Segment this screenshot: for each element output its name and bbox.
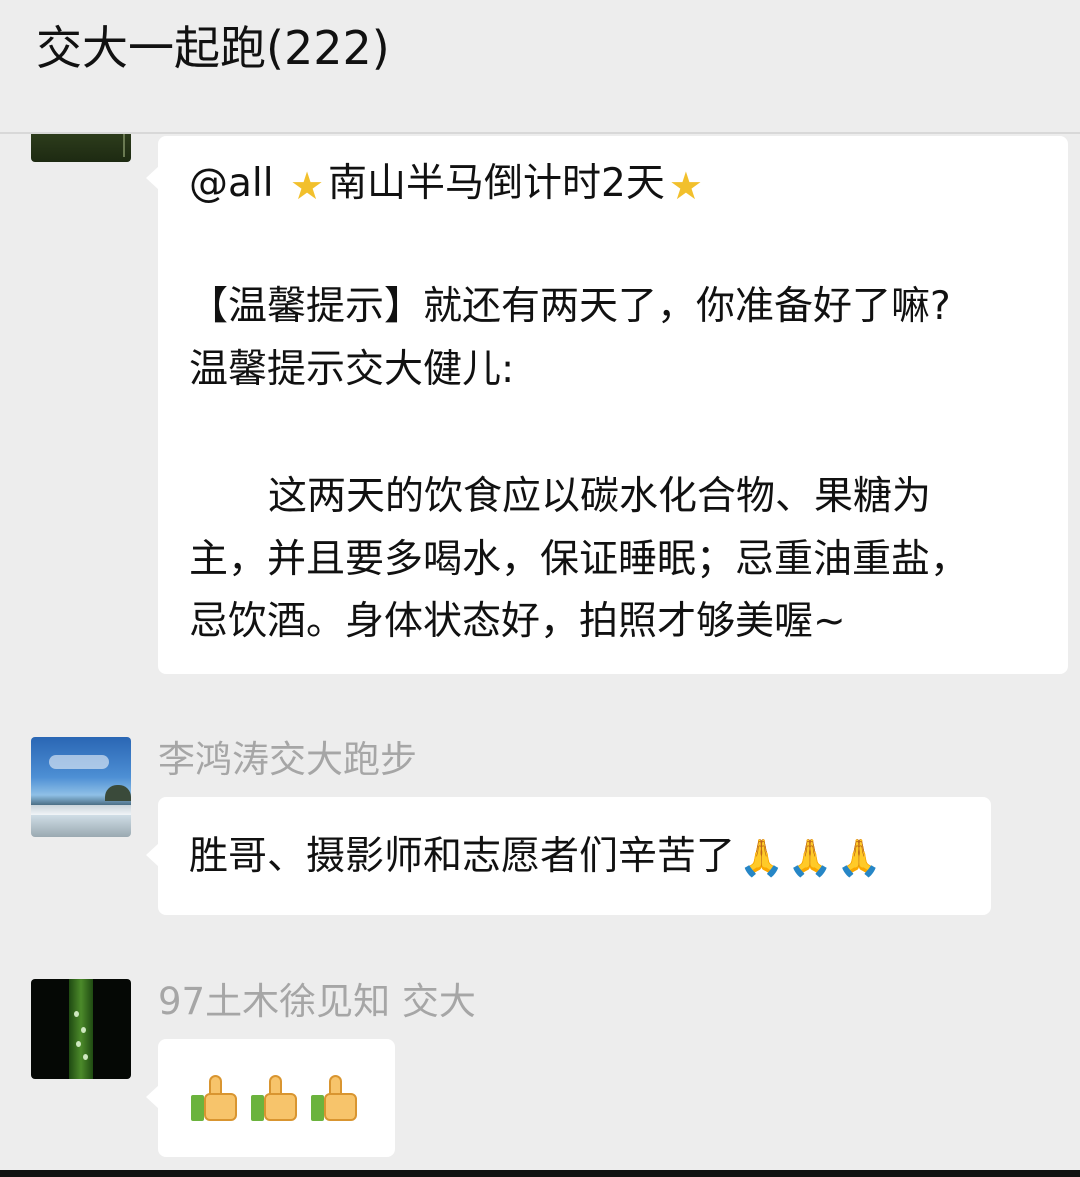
message-line: 胜哥、摄影师和志愿者们辛苦了 🙏 🙏 🙏 (189, 831, 882, 885)
thumbs-up-icon (311, 1073, 363, 1123)
message-line: 这两天的饮食应以碳水化合物、果糖为 (268, 474, 932, 519)
message-text: 南山半马倒计时2天 (328, 161, 665, 206)
message-bubble[interactable]: 胜哥、摄影师和志愿者们辛苦了 🙏 🙏 🙏 (146, 797, 991, 915)
message-line: @all ★ 南山半马倒计时2天 ★ (189, 158, 707, 212)
avatar[interactable] (31, 979, 131, 1079)
praying-hands-icon: 🙏 (836, 837, 882, 879)
avatar[interactable] (31, 737, 131, 837)
message-line: 【温馨提示】就还有两天了，你准备好了嘛? (189, 284, 951, 329)
mention-all: @all (189, 161, 286, 206)
message-line: 温馨提示交大健儿: (189, 347, 515, 392)
message-bubble[interactable]: @all ★ 南山半马倒计时2天 ★ 【温馨提示】就还有两天了，你准备好了嘛? 温馨… (146, 136, 1068, 674)
message-bubble[interactable] (146, 1039, 395, 1157)
thumbs-up-icon (191, 1073, 243, 1123)
praying-hands-icon: 🙏 (787, 837, 833, 879)
sender-name: 97土木徐见知 交大 (158, 980, 476, 1023)
sparkle-star-icon: ★ (289, 163, 325, 208)
sender-name: 李鸿涛交大跑步 (158, 738, 417, 781)
bottom-edge (0, 1170, 1080, 1177)
message-line: 忌饮酒。身体状态好，拍照才够美喔~ (189, 599, 846, 644)
praying-hands-icon: 🙏 (739, 837, 784, 879)
message-text: 胜哥、摄影师和志愿者们辛苦了 (189, 834, 736, 879)
message-line: 主，并且要多喝水，保证睡眠；忌重油重盐， (189, 537, 970, 582)
chat-header: 交大一起跑(222) (0, 0, 1080, 134)
thumbs-up-icon (251, 1073, 303, 1123)
emoji-row (191, 1073, 371, 1127)
sparkle-star-icon: ★ (668, 163, 703, 208)
chat-title: 交大一起跑(222) (36, 21, 390, 75)
